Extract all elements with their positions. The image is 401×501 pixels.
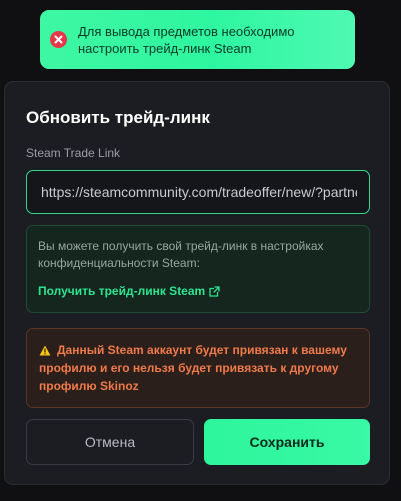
toast-message: Для вывода предметов необходимо настроит…	[78, 23, 295, 56]
warning-box: Данный Steam аккаунт будет привязан к ва…	[26, 328, 370, 408]
modal-title: Обновить трейд-линк	[26, 108, 210, 127]
get-trade-link-label: Получить трейд-линк Steam	[38, 284, 206, 298]
error-toast: Для вывода предметов необходимо настроит…	[40, 10, 355, 69]
info-text: Вы можете получить свой трейд-линк в нас…	[38, 239, 324, 270]
trade-link-label: Steam Trade Link	[26, 146, 121, 160]
error-icon	[50, 31, 67, 48]
cancel-button[interactable]: Отмена	[26, 419, 194, 465]
info-box: Вы можете получить свой трейд-линк в нас…	[26, 225, 370, 313]
external-link-icon	[209, 285, 220, 297]
trade-link-input[interactable]	[26, 170, 370, 214]
warning-text: Данный Steam аккаунт будет привязан к ва…	[39, 343, 347, 393]
warning-icon	[39, 345, 51, 356]
get-trade-link[interactable]: Получить трейд-линк Steam	[38, 284, 220, 298]
save-button[interactable]: Сохранить	[204, 419, 370, 465]
trade-link-modal: Обновить трейд-линк Steam Trade Link Вы …	[4, 81, 390, 485]
